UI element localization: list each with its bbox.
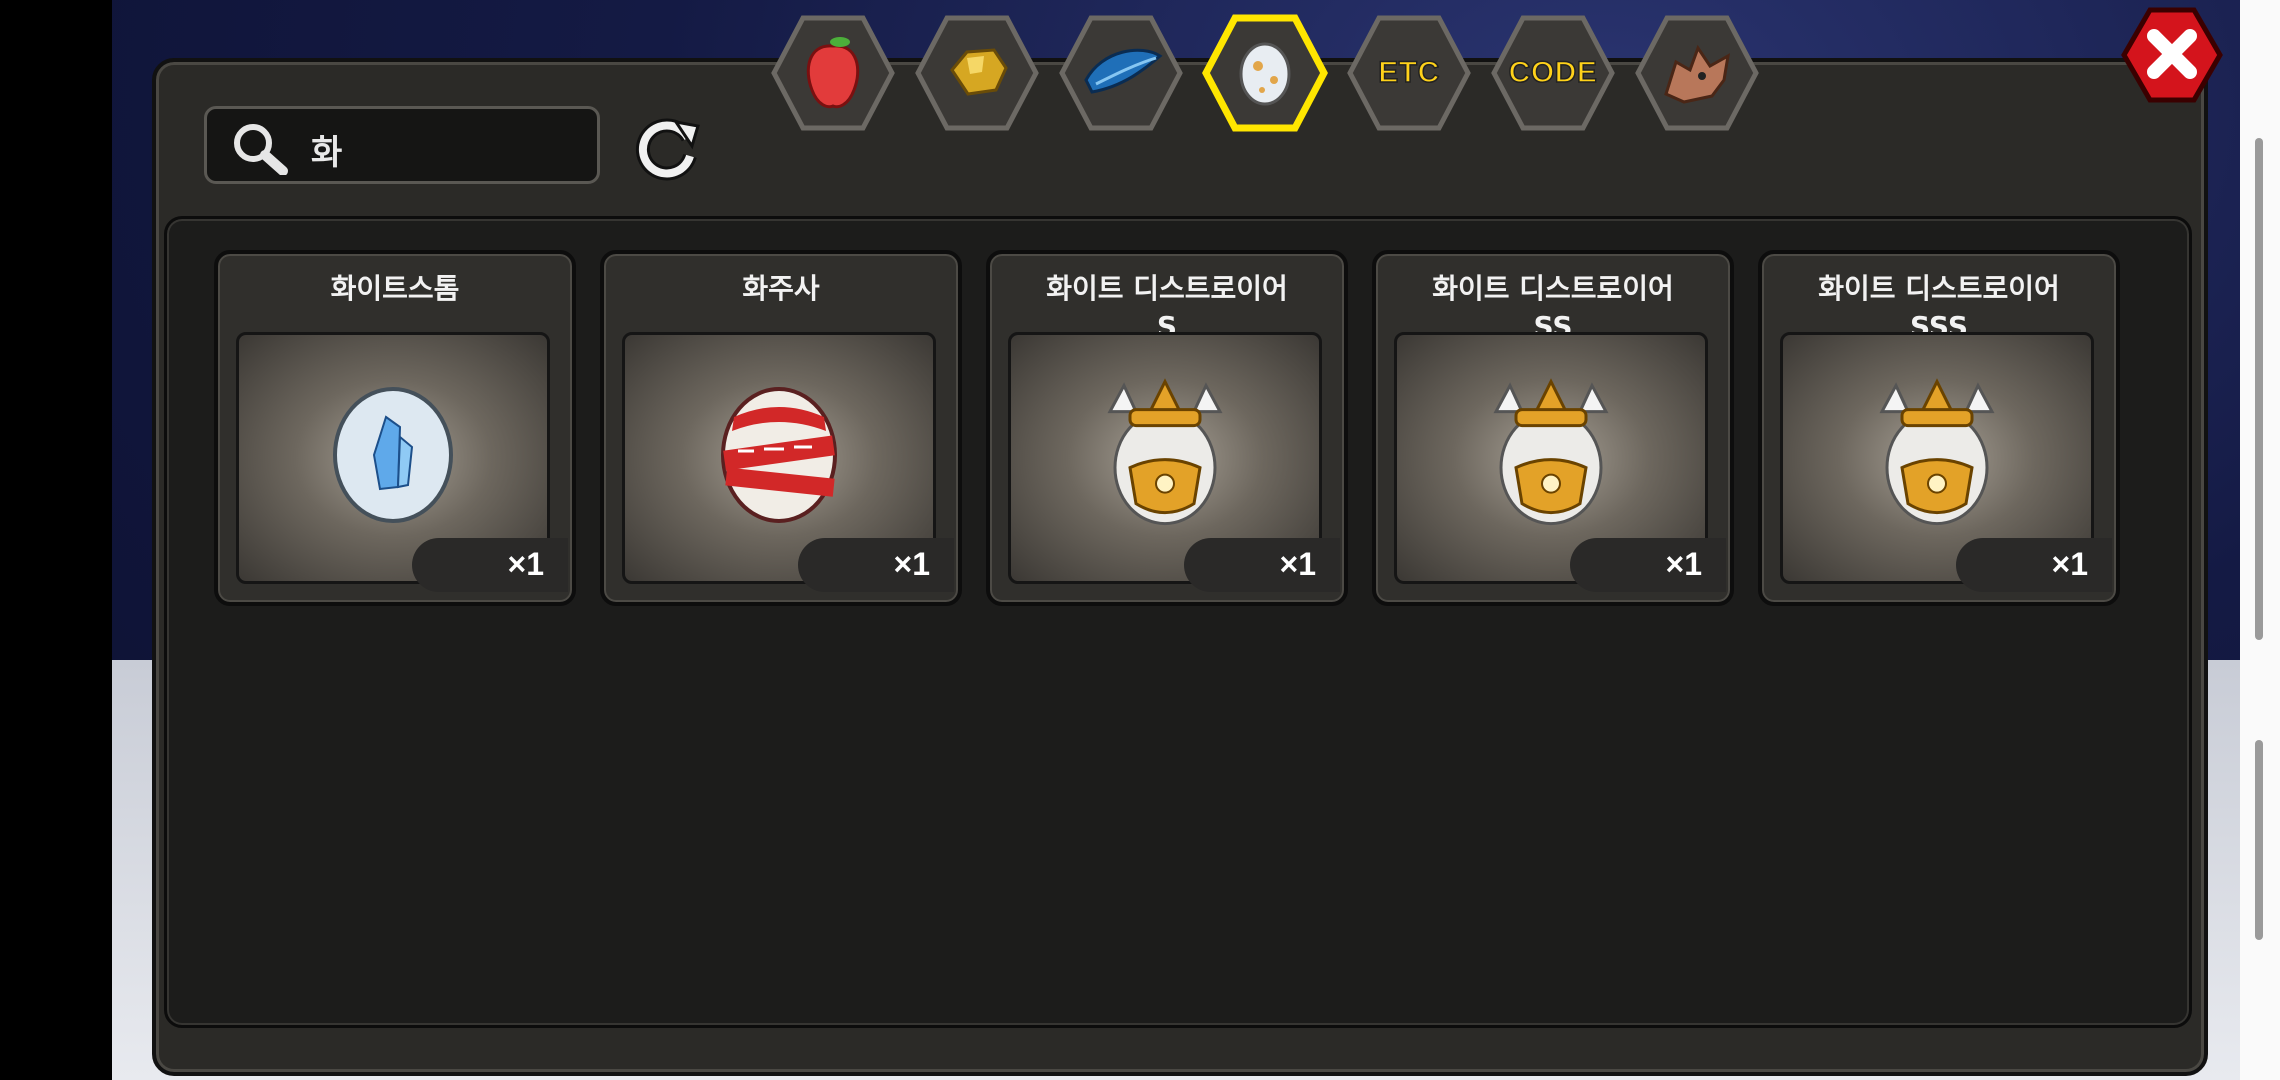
dragon-head-icon [1664, 44, 1730, 104]
fruit-icon [806, 37, 860, 109]
tab-etc-label: ETC [1378, 55, 1441, 90]
item-quantity-badge: ×1 [1184, 538, 1340, 592]
tab-dragon[interactable] [1632, 10, 1762, 136]
search-value: 화 [311, 133, 343, 173]
item-card[interactable]: 화이트 디스트로이어 S ×1 [986, 250, 1348, 606]
tab-feather[interactable] [1056, 10, 1186, 136]
tab-etc[interactable]: ETC [1344, 10, 1474, 136]
refresh-icon[interactable] [632, 112, 704, 184]
item-quantity-badge: ×1 [1570, 538, 1726, 592]
armored-egg-icon [1493, 378, 1609, 526]
item-quantity-badge: ×1 [412, 538, 568, 592]
item-card[interactable]: 화이트스톰 ×1 [214, 250, 576, 606]
blue-feather-icon [1084, 48, 1163, 94]
item-quantity-badge: ×1 [1956, 538, 2112, 592]
egg-icon [1239, 42, 1291, 106]
gold-ore-icon [950, 48, 1008, 96]
search-icon [234, 124, 288, 175]
item-name: 화주사 [742, 272, 820, 305]
search-input[interactable]: 화 [204, 106, 600, 184]
armored-egg-icon [1879, 378, 1995, 526]
item-card[interactable]: 화이트 디스트로이어 SSS ×1 [1758, 250, 2120, 606]
bandaged-red-egg-icon [721, 387, 837, 523]
tab-code[interactable]: CODE [1488, 10, 1618, 136]
tab-egg[interactable] [1200, 10, 1330, 136]
item-name: 화이트스톰 [330, 272, 460, 305]
tab-code-label: CODE [1508, 55, 1598, 90]
ice-crystal-egg-icon [333, 387, 453, 523]
item-card[interactable]: 화주사 ×1 [600, 250, 962, 606]
scrollbar-thumb[interactable] [2255, 740, 2263, 940]
tab-gold-ore[interactable] [912, 10, 1042, 136]
item-card[interactable]: 화이트 디스트로이어 SS ×1 [1372, 250, 1734, 606]
close-button[interactable] [2120, 6, 2224, 104]
scrollbar-segment [2255, 138, 2263, 640]
tab-fruit[interactable] [768, 10, 898, 136]
armored-egg-icon [1107, 378, 1223, 526]
item-quantity-badge: ×1 [798, 538, 954, 592]
